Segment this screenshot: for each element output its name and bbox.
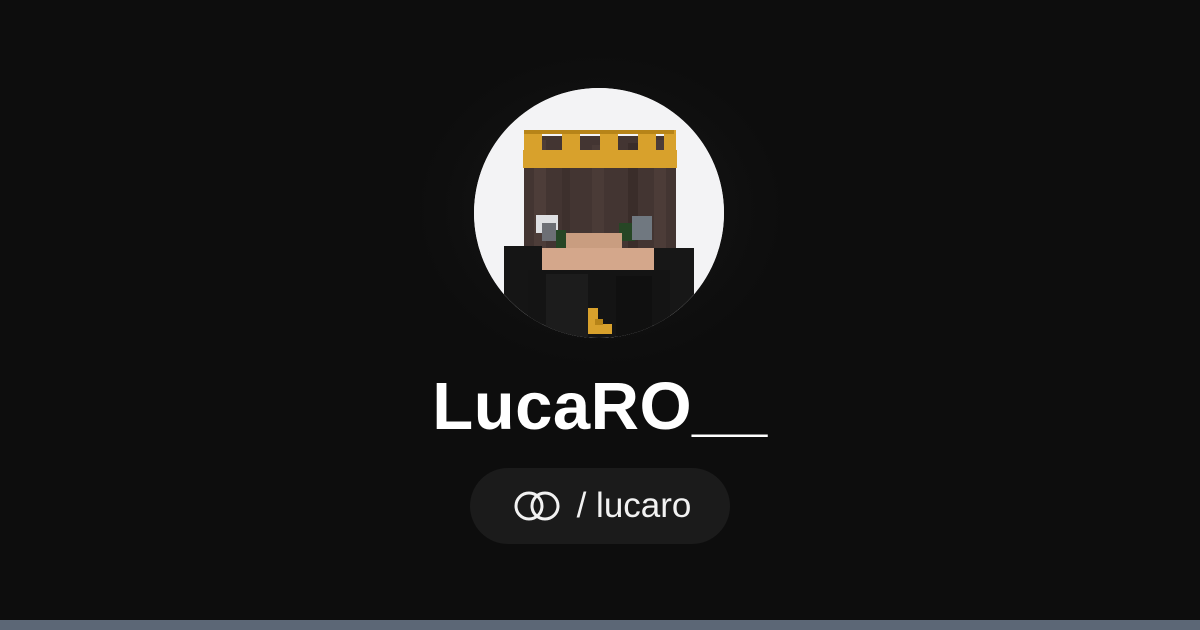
linked-rings-icon [509, 488, 565, 524]
minecraft-king-avatar-icon [474, 88, 724, 338]
profile-handle-button[interactable]: / lucaro [470, 468, 730, 544]
display-name: LucaRO__ [432, 369, 768, 444]
profile-handle-text: / lucaro [576, 486, 692, 525]
avatar[interactable] [474, 88, 724, 338]
bottom-accent-bar [0, 620, 1200, 630]
profile-card: LucaRO__ / lucaro [0, 0, 1200, 630]
